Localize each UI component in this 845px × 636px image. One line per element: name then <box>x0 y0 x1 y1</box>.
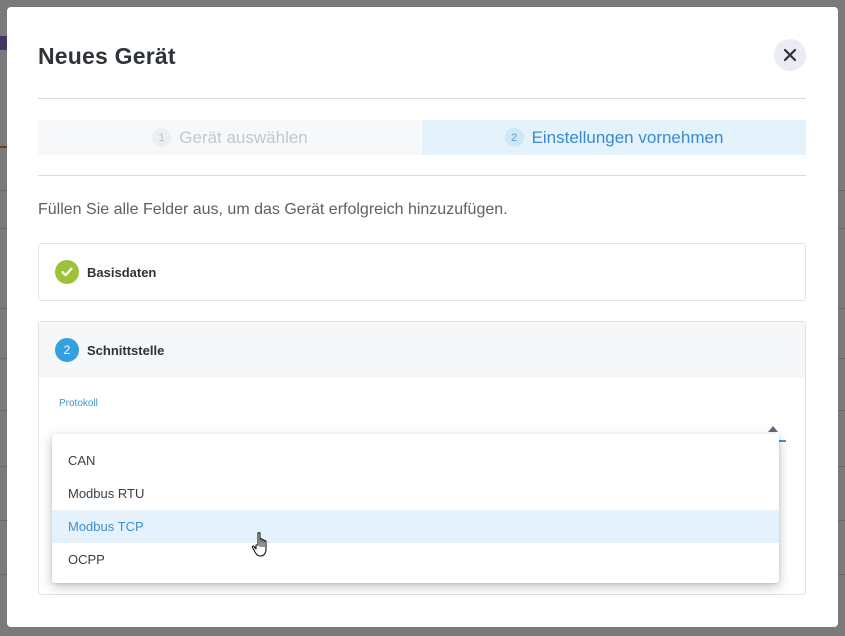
section-header[interactable]: 2 Schnittstelle <box>39 322 805 378</box>
option-modbus-rtu[interactable]: Modbus RTU <box>52 477 779 510</box>
step-select-device[interactable]: 1 Gerät auswählen <box>38 120 422 155</box>
check-icon <box>55 260 79 284</box>
stepper: 1 Gerät auswählen 2 Einstellungen vorneh… <box>38 120 806 155</box>
header-divider <box>38 98 806 99</box>
step-label: Einstellungen vornehmen <box>531 127 724 147</box>
option-ocpp[interactable]: OCPP <box>52 543 779 576</box>
section-title: Basisdaten <box>87 264 157 280</box>
stepper-divider <box>38 175 806 176</box>
step-configure-settings[interactable]: 2 Einstellungen vornehmen <box>422 120 806 155</box>
modal-title: Neues Gerät <box>38 43 176 69</box>
caret-up-icon <box>768 426 778 432</box>
option-can[interactable]: CAN <box>52 444 779 477</box>
section-basisdaten[interactable]: Basisdaten <box>38 243 806 301</box>
section-number-badge: 2 <box>55 338 79 362</box>
step-number: 2 <box>504 128 524 147</box>
step-label: Gerät auswählen <box>179 127 308 147</box>
protocol-dropdown-menu: CAN Modbus RTU Modbus TCP OCPP <box>52 434 779 583</box>
close-icon <box>783 48 797 62</box>
close-button[interactable] <box>774 39 806 71</box>
section-title: Schnittstelle <box>87 342 165 358</box>
option-modbus-tcp[interactable]: Modbus TCP <box>52 510 779 543</box>
section-header: Basisdaten <box>39 244 805 300</box>
protocol-label: Protokoll <box>59 398 98 409</box>
hand-pointer-icon <box>251 532 267 557</box>
step-number: 1 <box>152 128 172 147</box>
intro-text: Füllen Sie alle Felder aus, um das Gerät… <box>38 201 508 218</box>
